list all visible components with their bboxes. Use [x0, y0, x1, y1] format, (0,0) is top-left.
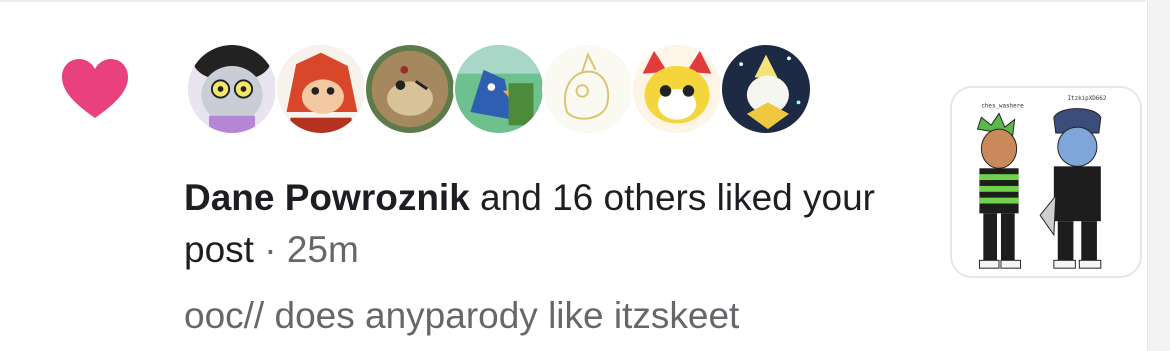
notification-screen: Dane Powroznik and 16 others liked your … — [0, 0, 1170, 351]
thumbnail-caption-left: ches_washere — [981, 104, 1024, 110]
blue-bird-avatar[interactable] — [453, 43, 545, 135]
time-separator: · — [253, 229, 287, 270]
scrollbar[interactable] — [1147, 0, 1170, 351]
sketch-avatar[interactable] — [542, 43, 634, 135]
liker-avatars[interactable] — [186, 43, 812, 135]
timestamp: 25m — [286, 229, 359, 270]
jirachi-avatar[interactable] — [720, 43, 812, 135]
notification-text[interactable]: Dane Powroznik and 16 others liked your … — [184, 172, 924, 276]
brown-hedgehog-avatar[interactable] — [364, 43, 456, 135]
top-divider — [0, 0, 1146, 2]
actor-name[interactable]: Dane Powroznik — [184, 177, 470, 218]
heart-icon — [60, 58, 130, 120]
cartoon-cat-avatar[interactable] — [186, 43, 278, 135]
post-preview[interactable]: ooc// does anyparody like itzskeet — [184, 290, 739, 342]
yellow-fox-avatar[interactable] — [631, 43, 723, 135]
thumbnail-caption-right: ItzkipXD662 — [1068, 96, 1107, 102]
red-hedgehog-avatar[interactable] — [275, 43, 367, 135]
post-thumbnail[interactable]: ches_washere ItzkipXD662 — [950, 86, 1142, 278]
